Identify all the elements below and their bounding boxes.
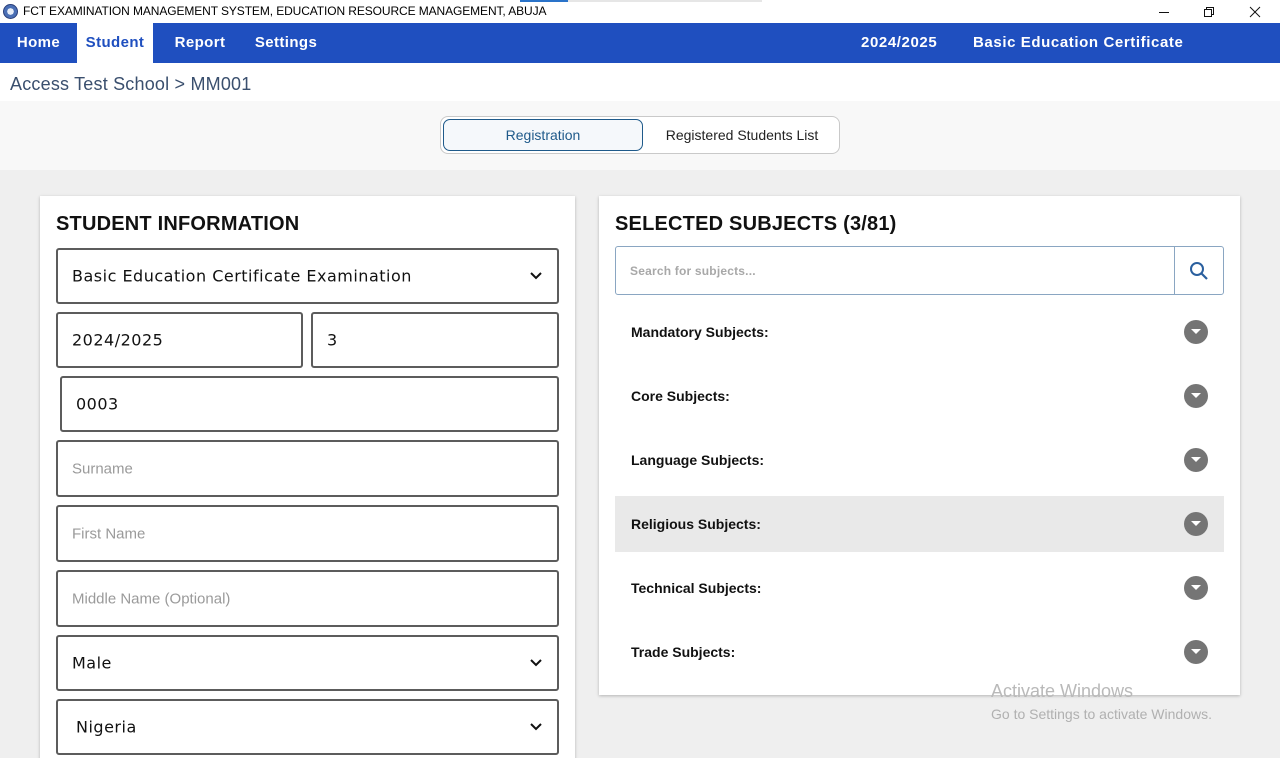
- subject-group-language[interactable]: Language Subjects:: [615, 432, 1224, 488]
- tab-registration[interactable]: Registration: [443, 119, 643, 151]
- surname-field[interactable]: Surname: [56, 440, 559, 497]
- student-information-title: STUDENT INFORMATION: [56, 213, 300, 235]
- gender-select-value: Male: [72, 653, 112, 673]
- exam-label: Basic Education Certificate Examination: [973, 34, 1184, 91]
- first-name-field[interactable]: First Name: [56, 505, 559, 562]
- minimize-icon: [1159, 11, 1169, 13]
- tab-registered-students-list[interactable]: Registered Students List: [645, 119, 839, 151]
- subject-search-input[interactable]: Search for subjects...: [630, 264, 756, 278]
- app-logo-icon: [3, 4, 18, 19]
- breadcrumb: Access Test School > MM001: [10, 74, 252, 94]
- class-field[interactable]: 3: [311, 312, 559, 368]
- nav-report[interactable]: Report: [162, 23, 238, 63]
- nationality-select-value: Nigeria: [76, 717, 137, 737]
- middle-name-placeholder: Middle Name (Optional): [72, 590, 231, 607]
- session-label: 2024/2025: [861, 34, 938, 51]
- class-field-value: 3: [327, 330, 338, 350]
- exam-select[interactable]: Basic Education Certificate Examination: [56, 248, 559, 304]
- subject-group-label: Mandatory Subjects:: [631, 324, 769, 340]
- subject-group-label: Trade Subjects:: [631, 644, 736, 660]
- session-field[interactable]: 2024/2025: [56, 312, 303, 368]
- chevron-down-icon: [530, 723, 542, 731]
- subject-group-label: Language Subjects:: [631, 452, 765, 468]
- session-field-value: 2024/2025: [72, 330, 164, 350]
- chevron-down-icon: [530, 272, 542, 280]
- subject-group-label: Core Subjects:: [631, 388, 730, 404]
- subject-search: Search for subjects...: [615, 246, 1224, 295]
- subject-group-mandatory[interactable]: Mandatory Subjects:: [615, 304, 1224, 360]
- main-nav-bar: Home Student Report Settings 2024/2025 B…: [0, 23, 1280, 91]
- serial-number-value: 0003: [76, 394, 119, 414]
- nav-settings[interactable]: Settings: [246, 23, 326, 63]
- selected-subjects-card: SELECTED SUBJECTS (3/81) Search for subj…: [599, 196, 1240, 695]
- chevron-down-icon: [530, 659, 542, 667]
- close-icon: [1249, 6, 1261, 17]
- expand-icon[interactable]: [1184, 512, 1208, 536]
- restore-button[interactable]: [1186, 0, 1232, 23]
- minimize-button[interactable]: [1141, 0, 1187, 23]
- activate-windows-subtitle: Go to Settings to activate Windows.: [991, 706, 1212, 722]
- nav-home[interactable]: Home: [0, 23, 77, 63]
- serial-number-field[interactable]: 0003: [60, 376, 559, 432]
- subject-group-trade[interactable]: Trade Subjects:: [615, 624, 1224, 680]
- expand-icon[interactable]: [1184, 576, 1208, 600]
- surname-placeholder: Surname: [72, 460, 133, 477]
- subject-group-technical[interactable]: Technical Subjects:: [615, 560, 1224, 616]
- activate-windows-title: Activate Windows: [991, 681, 1134, 701]
- close-button[interactable]: [1232, 0, 1278, 23]
- title-divider-line: [568, 0, 762, 2]
- view-switcher: Registration Registered Students List: [440, 116, 840, 154]
- subject-group-religious[interactable]: Religious Subjects:: [615, 496, 1224, 552]
- window-title-bar: FCT EXAMINATION MANAGEMENT SYSTEM, EDUCA…: [0, 0, 1280, 23]
- exam-select-value: Basic Education Certificate Examination: [72, 266, 412, 286]
- subject-group-core[interactable]: Core Subjects:: [615, 368, 1224, 424]
- expand-icon[interactable]: [1184, 384, 1208, 408]
- breadcrumb-bar: Access Test School > MM001: [0, 63, 1280, 101]
- nationality-select[interactable]: Nigeria: [56, 699, 559, 755]
- student-information-card: STUDENT INFORMATION Basic Education Cert…: [40, 196, 575, 758]
- expand-icon[interactable]: [1184, 640, 1208, 664]
- tabs-area: Registration Registered Students List: [0, 101, 1280, 170]
- title-accent-line: [520, 0, 568, 2]
- search-button[interactable]: [1174, 247, 1223, 294]
- search-icon: [1190, 261, 1208, 280]
- restore-icon: [1204, 6, 1214, 17]
- expand-icon[interactable]: [1184, 448, 1208, 472]
- gender-select[interactable]: Male: [56, 635, 559, 691]
- middle-name-field[interactable]: Middle Name (Optional): [56, 570, 559, 627]
- subject-group-label: Religious Subjects:: [631, 516, 761, 532]
- subject-group-label: Technical Subjects:: [631, 580, 762, 596]
- first-name-placeholder: First Name: [72, 525, 146, 542]
- expand-icon[interactable]: [1184, 320, 1208, 344]
- selected-subjects-title: SELECTED SUBJECTS (3/81): [615, 213, 897, 235]
- window-title: FCT EXAMINATION MANAGEMENT SYSTEM, EDUCA…: [23, 4, 547, 18]
- nav-student[interactable]: Student: [77, 23, 153, 63]
